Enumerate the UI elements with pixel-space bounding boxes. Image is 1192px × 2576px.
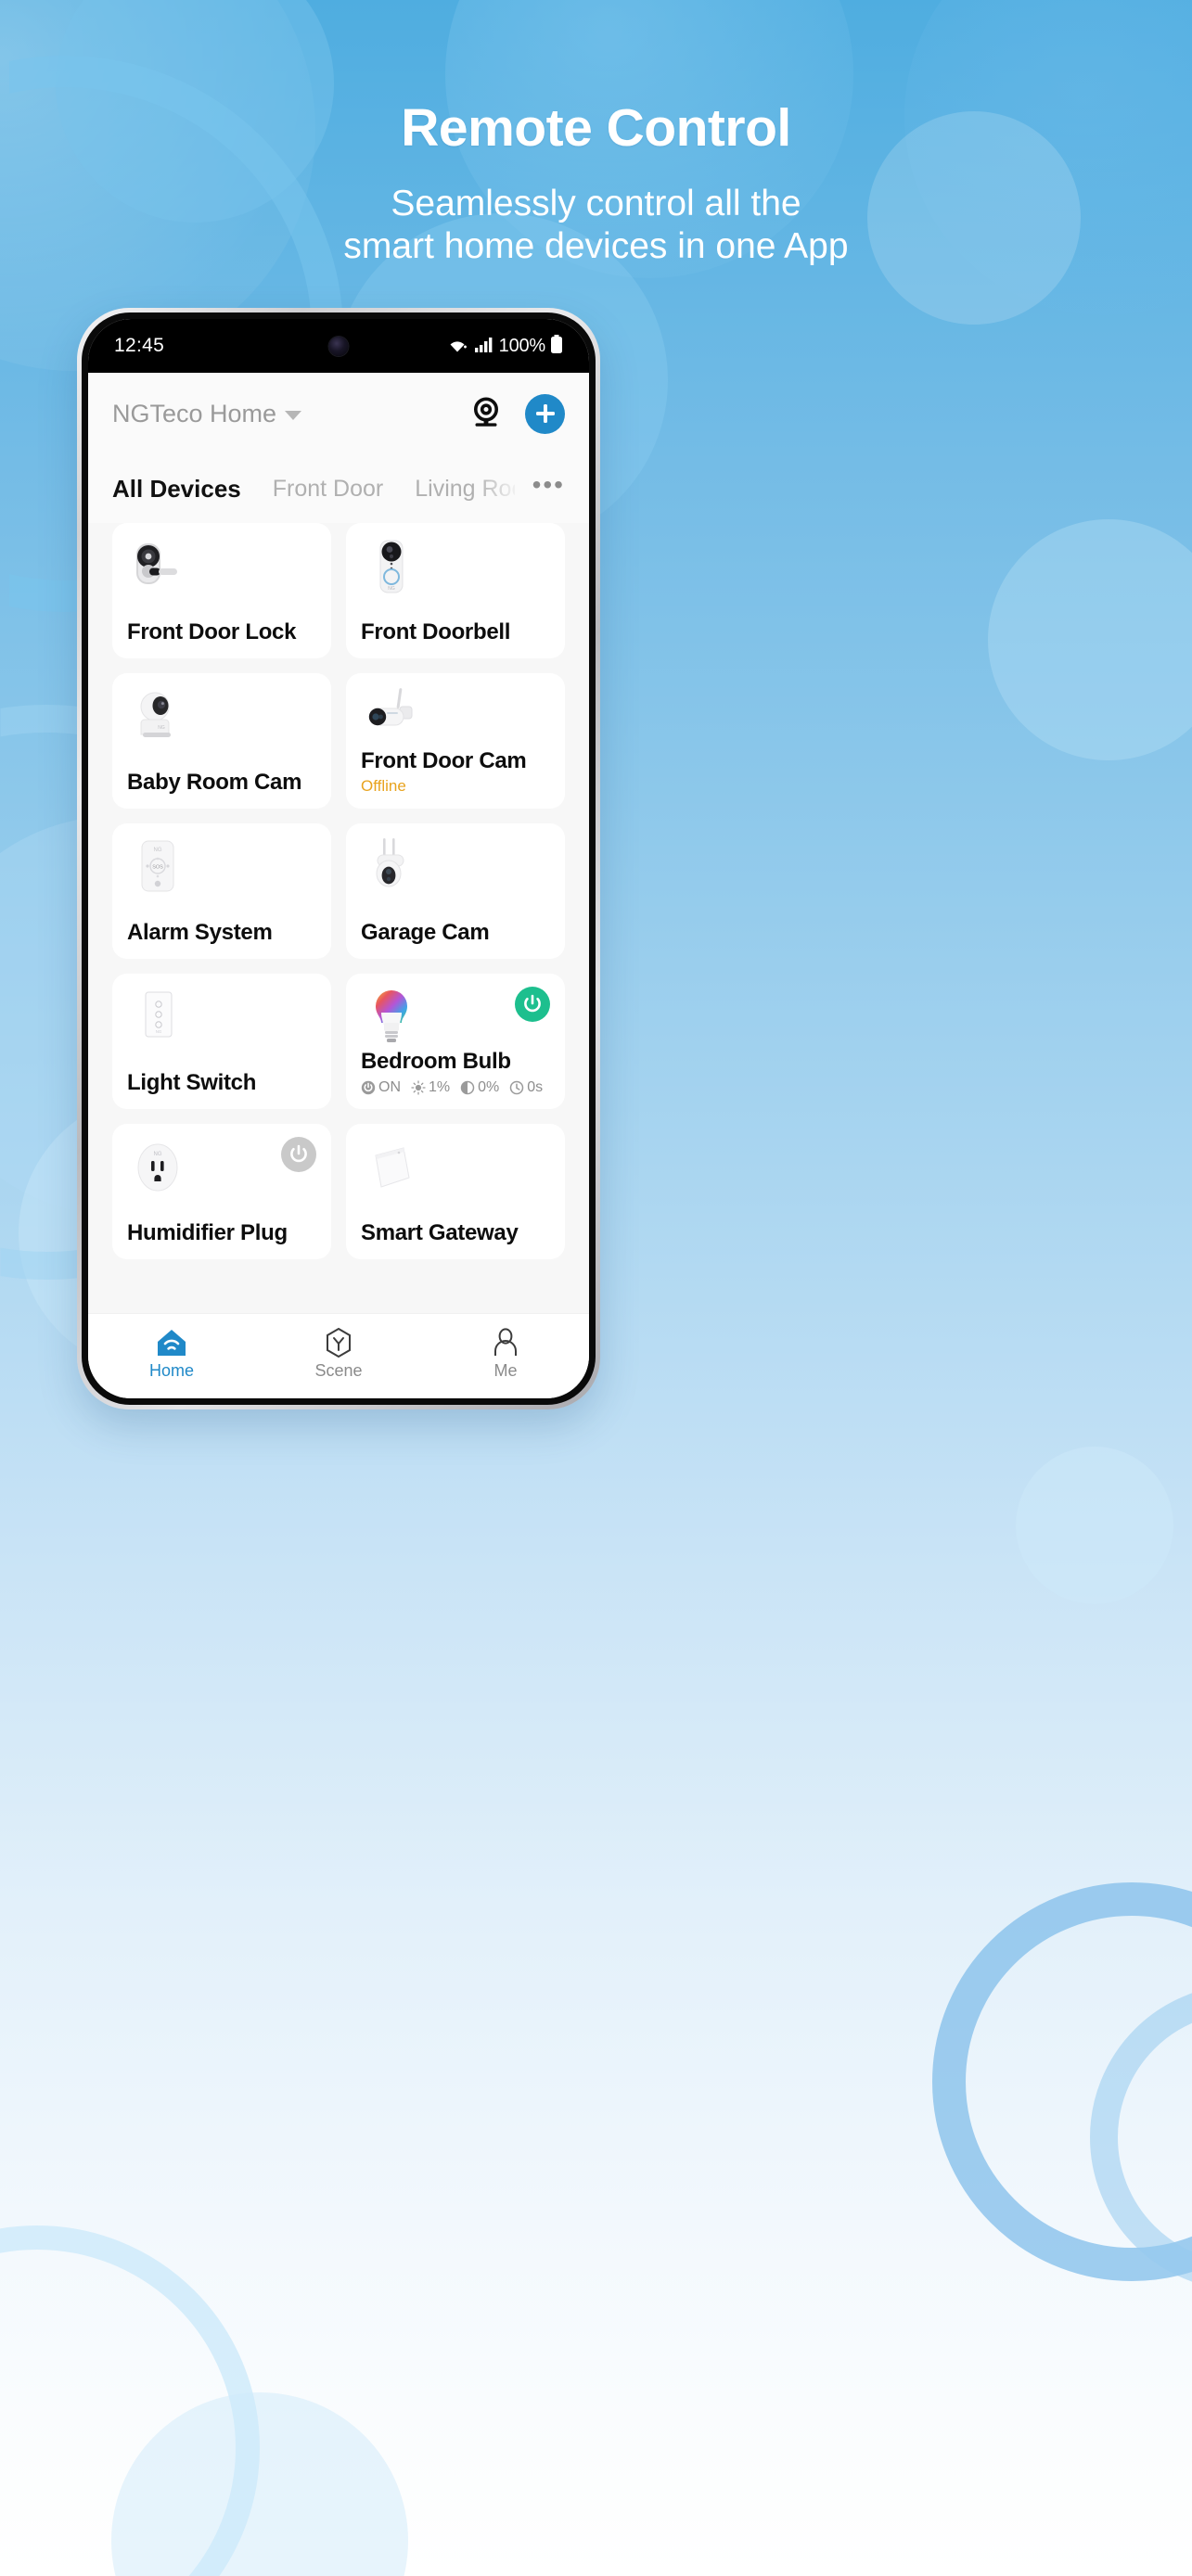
wifi-icon <box>445 334 469 359</box>
room-tabs: All Devices Front Door Living Roo ••• <box>88 454 589 523</box>
device-name: Light Switch <box>127 1070 257 1095</box>
promo-subtitle: Seamlessly control all the smart home de… <box>0 183 1192 267</box>
status-bar-indicators: 100% <box>445 334 563 359</box>
promo-subtitle-line-1: Seamlessly control all the <box>391 184 801 223</box>
door-lock-icon <box>127 536 188 597</box>
promo-subtitle-line-2: smart home devices in one App <box>343 225 849 266</box>
device-card-garage-cam[interactable]: Garage Cam <box>346 823 565 959</box>
device-card-smart-gateway[interactable]: Smart Gateway <box>346 1124 565 1259</box>
nav-label-home: Home <box>148 1360 194 1380</box>
tab-all-devices[interactable]: All Devices <box>112 475 241 504</box>
meta-timer: 0s <box>509 1079 543 1096</box>
device-name: Humidifier Plug <box>127 1220 288 1245</box>
power-toggle-button[interactable] <box>281 1137 316 1172</box>
brightness-icon <box>411 1080 426 1095</box>
phone-mockup: 12:45 100% NGTeco Home All Devices Front… <box>77 308 600 1409</box>
meta-contrast: 0% <box>460 1079 499 1096</box>
device-name: Garage Cam <box>361 920 490 945</box>
nav-item-me[interactable]: Me <box>450 1327 561 1381</box>
home-selector[interactable]: NGTeco Home <box>112 399 302 428</box>
tab-front-door[interactable]: Front Door <box>273 476 383 503</box>
grid-fade-overlay <box>88 1282 589 1313</box>
gateway-icon <box>361 1137 422 1198</box>
device-card-bedroom-bulb[interactable]: Bedroom Bulb ON 1% 0% 0s <box>346 974 565 1109</box>
bottom-navigation: Home Scene Me <box>88 1313 589 1398</box>
front-camera-punch-hole <box>328 337 349 356</box>
promo-header: Remote Control Seamlessly control all th… <box>0 0 1192 267</box>
svg-text:NG: NG <box>156 1029 162 1034</box>
bubble-decoration <box>1016 1447 1173 1604</box>
status-bar-time: 12:45 <box>114 335 165 356</box>
power-icon <box>524 994 541 1013</box>
ptz-cam-icon <box>361 836 422 898</box>
indoor-cam-icon: NG <box>127 686 188 747</box>
add-device-button[interactable] <box>525 393 565 434</box>
device-meta-row: ON 1% 0% 0s <box>361 1079 550 1096</box>
svg-text:NG: NG <box>388 586 395 592</box>
power-icon <box>361 1080 376 1095</box>
timer-icon <box>510 1080 524 1095</box>
device-card-front-door-cam[interactable]: Front Door Cam Offline <box>346 673 565 809</box>
nav-item-home[interactable]: Home <box>116 1327 227 1381</box>
svg-text:NG: NG <box>154 1152 162 1157</box>
battery-full-icon <box>550 334 563 359</box>
rgb-bulb-icon <box>361 987 422 1048</box>
device-name: Alarm System <box>127 920 273 945</box>
battery-percentage: 100% <box>498 335 546 356</box>
device-name: Bedroom Bulb <box>361 1049 511 1074</box>
svg-text:SOS: SOS <box>152 865 163 871</box>
device-card-front-door-lock[interactable]: Front Door Lock <box>112 523 331 658</box>
device-name: Front Door Cam <box>361 748 527 773</box>
meta-contrast-value: 0% <box>478 1079 500 1095</box>
device-name: Front Door Lock <box>127 619 297 644</box>
scene-icon <box>327 1327 351 1358</box>
home-name-label: NGTeco Home <box>112 399 277 427</box>
plus-icon <box>535 404 555 423</box>
power-toggle-button[interactable] <box>515 987 550 1022</box>
meta-timer-value: 0s <box>527 1079 544 1095</box>
device-grid: Front Door Lock NG Front Doorbell NG Bab… <box>88 523 589 1259</box>
wall-switch-icon: NG <box>127 987 188 1048</box>
promo-title: Remote Control <box>401 98 791 158</box>
device-grid-scroll[interactable]: Front Door Lock NG Front Doorbell NG Bab… <box>88 523 589 1313</box>
device-card-baby-room-cam[interactable]: NG Baby Room Cam <box>112 673 331 809</box>
smart-plug-icon: NG <box>127 1137 188 1198</box>
bullet-cam-icon <box>361 686 422 747</box>
status-badge: Offline <box>361 777 406 795</box>
svg-text:NG: NG <box>158 725 165 731</box>
device-card-alarm-system[interactable]: NG SOS Alarm System <box>112 823 331 959</box>
tab-living-room[interactable]: Living Roo <box>415 476 515 503</box>
meta-power: ON <box>361 1079 401 1096</box>
chevron-down-icon <box>285 411 302 420</box>
meta-brightness-value: 1% <box>429 1079 451 1095</box>
phone-bezel: 12:45 100% NGTeco Home All Devices Front… <box>82 312 596 1405</box>
device-card-light-switch[interactable]: NG Light Switch <box>112 974 331 1109</box>
svg-text:NG: NG <box>154 848 162 853</box>
bubble-decoration <box>988 519 1192 760</box>
doorbell-icon: NG <box>361 536 422 597</box>
alarm-panel-icon: NG SOS <box>127 836 188 898</box>
device-card-front-doorbell[interactable]: NG Front Doorbell <box>346 523 565 658</box>
phone-screen: 12:45 100% NGTeco Home All Devices Front… <box>88 319 589 1398</box>
person-icon <box>494 1327 517 1356</box>
device-name: Smart Gateway <box>361 1220 519 1245</box>
meta-brightness: 1% <box>411 1079 450 1096</box>
webcam-icon[interactable] <box>468 393 505 435</box>
device-name: Front Doorbell <box>361 619 511 644</box>
nav-label-scene: Scene <box>314 1360 363 1380</box>
home-wifi-icon <box>158 1329 186 1356</box>
ring-decoration <box>0 2225 260 2576</box>
contrast-icon <box>460 1080 475 1095</box>
device-name: Baby Room Cam <box>127 770 302 795</box>
signal-bars-icon <box>474 335 494 358</box>
power-icon <box>290 1144 307 1163</box>
header-actions <box>468 393 565 435</box>
device-card-humidifier-plug[interactable]: NG Humidifier Plug <box>112 1124 331 1259</box>
nav-label-me: Me <box>493 1360 518 1380</box>
nav-item-scene[interactable]: Scene <box>283 1327 394 1381</box>
tabs-more-button[interactable]: ••• <box>532 471 565 501</box>
app-header: NGTeco Home <box>88 373 589 454</box>
status-bar: 12:45 100% <box>88 319 589 373</box>
meta-power-value: ON <box>378 1079 401 1095</box>
